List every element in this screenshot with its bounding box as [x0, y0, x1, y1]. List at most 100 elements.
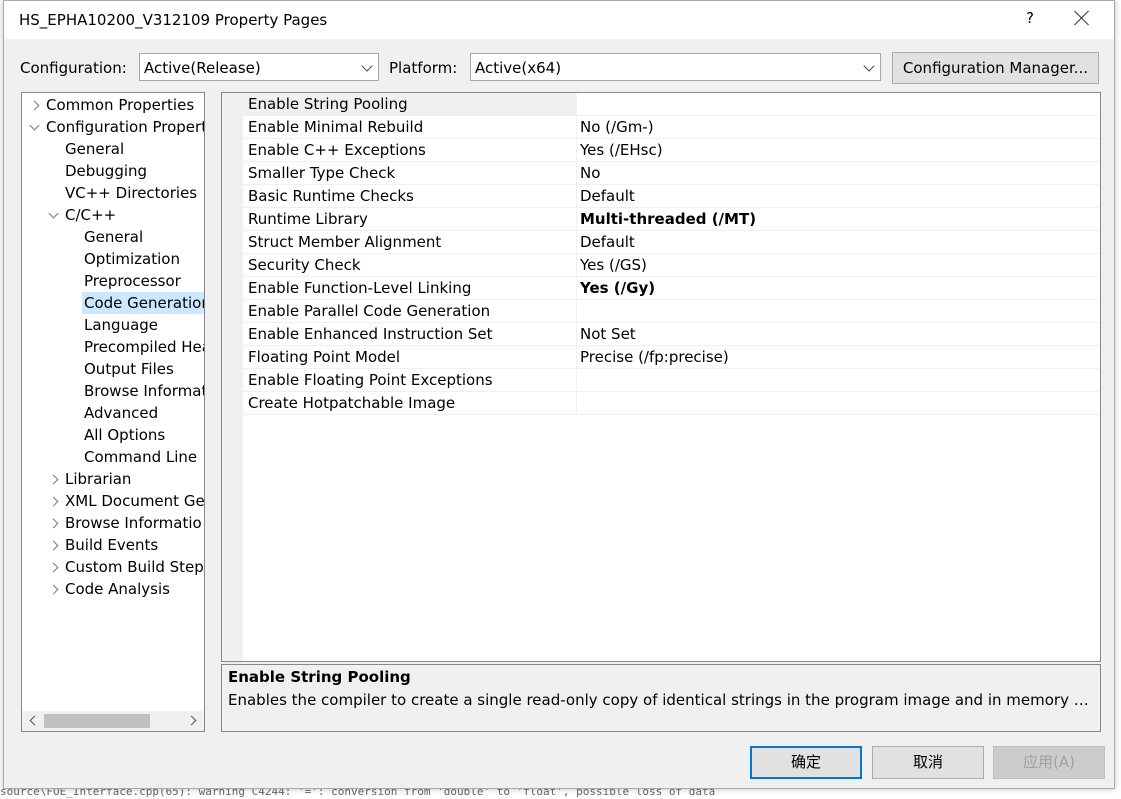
property-value[interactable]: Yes (/EHsc): [580, 141, 663, 159]
column-divider: [576, 185, 577, 207]
property-name: Enable String Pooling: [248, 95, 408, 113]
tree-item[interactable]: Command Line: [82, 446, 197, 468]
tree-item[interactable]: Language: [82, 314, 158, 336]
column-divider: [576, 392, 577, 414]
tree-item[interactable]: Debugging: [63, 160, 147, 182]
cancel-button[interactable]: 取消: [872, 746, 984, 779]
chevron-right-icon[interactable]: [48, 474, 59, 485]
tree-item[interactable]: General: [82, 226, 143, 248]
property-row[interactable]: Enable C++ Exceptions Yes (/EHsc): [243, 139, 1100, 162]
platform-combo[interactable]: Active(x64): [470, 53, 881, 81]
property-name: Basic Runtime Checks: [248, 187, 414, 205]
property-name: Runtime Library: [248, 210, 368, 228]
property-row[interactable]: Enable Parallel Code Generation: [243, 300, 1100, 323]
column-divider: [576, 300, 577, 322]
property-row[interactable]: Struct Member Alignment Default: [243, 231, 1100, 254]
tree-item[interactable]: Code Analysis: [63, 578, 170, 600]
apply-button[interactable]: 应用(A): [993, 746, 1105, 779]
column-divider: [576, 208, 577, 230]
chevron-down-icon[interactable]: [29, 120, 40, 131]
property-value[interactable]: Default: [580, 233, 635, 251]
column-divider: [576, 277, 577, 299]
tree-item[interactable]: Browse Informatio: [63, 512, 202, 534]
tree-item[interactable]: Code Generation: [82, 292, 204, 314]
property-name: Floating Point Model: [248, 348, 401, 366]
description-panel: Enable String Pooling Enables the compil…: [221, 664, 1101, 732]
property-row[interactable]: Smaller Type Check No: [243, 162, 1100, 185]
property-value[interactable]: No (/Gm-): [580, 118, 654, 136]
property-pages-dialog: HS_EPHA10200_V312109 Property Pages ? Co…: [3, 0, 1115, 789]
tree-item[interactable]: Librarian: [63, 468, 131, 490]
property-value[interactable]: No: [580, 164, 600, 182]
window-title: HS_EPHA10200_V312109 Property Pages: [19, 11, 328, 29]
column-divider: [576, 139, 577, 161]
tree-item[interactable]: Preprocessor: [82, 270, 181, 292]
property-name: Enable C++ Exceptions: [248, 141, 426, 159]
property-value[interactable]: Default: [580, 187, 635, 205]
property-value[interactable]: Yes (/Gy): [580, 279, 655, 297]
property-row[interactable]: Security Check Yes (/GS): [243, 254, 1100, 277]
chevron-right-icon[interactable]: [48, 584, 59, 595]
column-divider: [576, 346, 577, 368]
configuration-manager-button[interactable]: Configuration Manager...: [892, 52, 1099, 84]
property-value[interactable]: Multi-threaded (/MT): [580, 210, 756, 228]
property-row[interactable]: Runtime Library Multi-threaded (/MT): [243, 208, 1100, 231]
close-icon[interactable]: [1070, 7, 1094, 31]
chevron-down-icon: [863, 60, 875, 72]
property-row[interactable]: Floating Point Model Precise (/fp:precise…: [243, 346, 1100, 369]
tree-item[interactable]: Browse Informat: [82, 380, 204, 402]
property-value[interactable]: Not Set: [580, 325, 636, 343]
tree-item[interactable]: Advanced: [82, 402, 158, 424]
scroll-thumb[interactable]: [44, 714, 150, 728]
property-name: Security Check: [248, 256, 361, 274]
property-row[interactable]: Basic Runtime Checks Default: [243, 185, 1100, 208]
chevron-right-icon[interactable]: [48, 496, 59, 507]
configuration-label: Configuration:: [20, 59, 127, 77]
property-value[interactable]: Yes (/GS): [580, 256, 647, 274]
chevron-right-icon[interactable]: [48, 518, 59, 529]
tree-item[interactable]: XML Document Gen: [63, 490, 204, 512]
property-row[interactable]: Enable Floating Point Exceptions: [243, 369, 1100, 392]
scroll-left-icon[interactable]: [29, 715, 40, 726]
property-name: Enable Floating Point Exceptions: [248, 371, 493, 389]
configuration-combo[interactable]: Active(Release): [139, 53, 379, 81]
property-grid[interactable]: Enable String Pooling Enable Minimal Rebu…: [221, 92, 1101, 662]
ok-button[interactable]: 确定: [750, 746, 862, 779]
tree-item[interactable]: Configuration Propert: [44, 116, 204, 138]
grid-gutter: [222, 93, 243, 661]
tree-horizontal-scrollbar[interactable]: [22, 711, 204, 731]
chevron-down-icon[interactable]: [48, 208, 59, 219]
property-name: Create Hotpatchable Image: [248, 394, 456, 412]
chevron-right-icon[interactable]: [48, 562, 59, 573]
tree-item[interactable]: Optimization: [82, 248, 180, 270]
chevron-right-icon[interactable]: [48, 540, 59, 551]
property-row[interactable]: Enable Enhanced Instruction Set Not Set: [243, 323, 1100, 346]
tree-item[interactable]: VC++ Directories: [63, 182, 197, 204]
chevron-right-icon[interactable]: [29, 100, 40, 111]
help-button[interactable]: ?: [1020, 9, 1040, 27]
tree-item[interactable]: Common Properties: [44, 94, 194, 116]
column-divider: [576, 231, 577, 253]
property-row[interactable]: Enable Function-Level Linking Yes (/Gy): [243, 277, 1100, 300]
tree-item[interactable]: C/C++: [63, 204, 116, 226]
property-row[interactable]: Create Hotpatchable Image: [243, 392, 1100, 415]
property-row[interactable]: Enable String Pooling: [243, 93, 1100, 116]
property-name: Enable Minimal Rebuild: [248, 118, 424, 136]
scroll-right-icon[interactable]: [186, 715, 197, 726]
property-value[interactable]: Precise (/fp:precise): [580, 348, 729, 366]
description-title: Enable String Pooling: [228, 668, 411, 686]
title-bar: HS_EPHA10200_V312109 Property Pages ?: [4, 1, 1114, 39]
property-name: Enable Parallel Code Generation: [248, 302, 491, 320]
platform-label: Platform:: [389, 59, 458, 77]
tree-item[interactable]: All Options: [82, 424, 165, 446]
platform-value: Active(x64): [475, 59, 562, 77]
tree-item[interactable]: Build Events: [63, 534, 158, 556]
tree-item[interactable]: Precompiled Hea: [82, 336, 204, 358]
tree-item[interactable]: General: [63, 138, 124, 160]
column-divider: [576, 254, 577, 276]
tree-item[interactable]: Output Files: [82, 358, 174, 380]
property-tree[interactable]: Common Properties Configuration Propert Ge…: [21, 92, 205, 732]
tree-item[interactable]: Custom Build Step: [63, 556, 204, 578]
property-row[interactable]: Enable Minimal Rebuild No (/Gm-): [243, 116, 1100, 139]
chevron-down-icon: [361, 60, 373, 72]
